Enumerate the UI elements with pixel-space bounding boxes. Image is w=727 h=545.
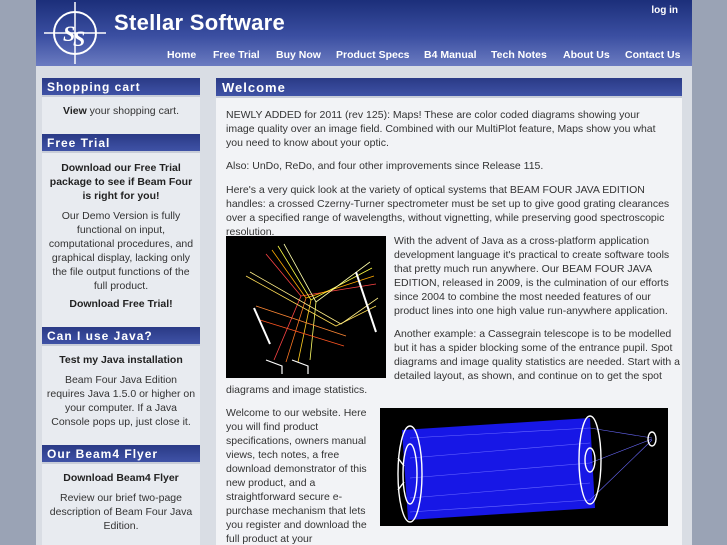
flyer-heading: Our Beam4 Flyer xyxy=(42,445,200,464)
nav-free-trial[interactable]: Free Trial xyxy=(213,49,260,61)
test-java-link[interactable]: Test my Java installation xyxy=(46,353,196,367)
welcome-heading: Welcome xyxy=(216,78,682,98)
spectrometer-ray-trace-image xyxy=(245,243,379,374)
nav-contact-us[interactable]: Contact Us xyxy=(625,49,680,61)
site-header: S S Stellar Software log in Home Free Tr… xyxy=(36,0,692,66)
nav-tech-notes[interactable]: Tech Notes xyxy=(491,49,547,61)
welcome-paragraph: Welcome to our website. Here you will fi… xyxy=(226,407,367,545)
spectrometer-paragraph: Here's a very quick look at the variety … xyxy=(226,184,670,238)
cassegrain-figure xyxy=(380,408,668,526)
java-heading: Can I use Java? xyxy=(42,327,200,346)
free-trial-promo-text: Download our Free Trial package to see i… xyxy=(49,162,193,202)
flyer-description: Review our brief two-page description of… xyxy=(49,492,193,532)
free-trial-promo: Download our Free Trial package to see i… xyxy=(46,161,196,203)
view-cart-link[interactable]: View xyxy=(63,105,87,117)
cart-description: your shopping cart. xyxy=(86,105,179,117)
page-wrapper: S S Stellar Software log in Home Free Tr… xyxy=(36,0,692,545)
intro-paragraph: NEWLY ADDED for 2011 (rev 125): Maps! Th… xyxy=(226,109,656,149)
free-trial-heading: Free Trial xyxy=(42,134,200,153)
main-nav: Home Free Trial Buy Now Product Specs B4… xyxy=(36,49,692,63)
main-content: Welcome NEWLY ADDED for 2011 (rev 125): … xyxy=(216,78,682,545)
nav-home[interactable]: Home xyxy=(167,49,196,61)
cassegrain-paragraph: Another example: a Cassegrain telescope … xyxy=(394,328,680,382)
svg-text:S: S xyxy=(73,26,85,51)
download-free-trial-link[interactable]: Download Free Trial! xyxy=(46,297,196,311)
improvements-paragraph: Also: UnDo, ReDo, and four other improve… xyxy=(226,160,544,172)
cassegrain-paragraph-end: diagrams and image statistics. xyxy=(226,384,368,396)
site-title: Stellar Software xyxy=(114,10,286,35)
cassegrain-ray-trace-image xyxy=(397,415,657,523)
demo-description: Our Demo Version is fully functional on … xyxy=(48,210,194,292)
java-platform-paragraph: With the advent of Java as a cross-platf… xyxy=(394,235,670,317)
download-flyer-label[interactable]: Download Beam4 Flyer xyxy=(63,472,179,484)
spectrometer-figure xyxy=(226,236,386,378)
download-flyer-link[interactable]: Download Beam4 Flyer xyxy=(46,471,196,485)
nav-about-us[interactable]: About Us xyxy=(563,49,610,61)
login-link[interactable]: log in xyxy=(651,5,678,16)
download-free-trial-label[interactable]: Download Free Trial! xyxy=(69,298,172,310)
nav-product-specs[interactable]: Product Specs xyxy=(336,49,410,61)
test-java-label[interactable]: Test my Java installation xyxy=(59,354,183,366)
cart-text: View your shopping cart. xyxy=(46,104,196,118)
cart-heading: Shopping cart xyxy=(42,78,200,97)
nav-b4-manual[interactable]: B4 Manual xyxy=(424,49,477,61)
sidebar: Shopping cart View your shopping cart. F… xyxy=(42,78,200,545)
nav-buy-now[interactable]: Buy Now xyxy=(276,49,321,61)
java-requirements: Beam Four Java Edition requires Java 1.5… xyxy=(46,374,196,428)
